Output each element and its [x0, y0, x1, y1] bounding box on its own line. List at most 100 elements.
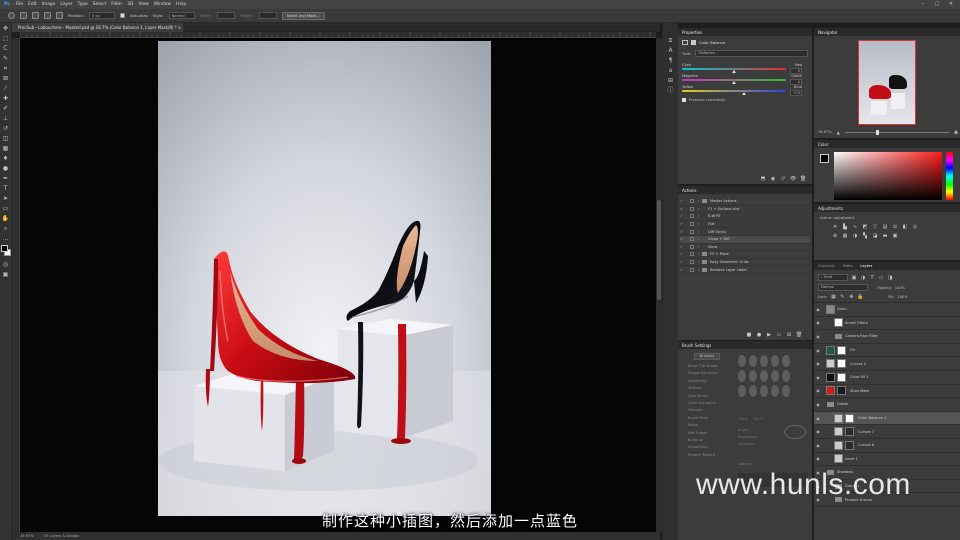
preserve-luminosity-checkbox[interactable] — [682, 98, 686, 102]
brush-option[interactable]: Wet Edges — [688, 430, 734, 437]
fill-value[interactable]: 100% — [897, 295, 907, 299]
color-balance-adj-icon[interactable]: ⚖ — [892, 224, 898, 230]
frame-tool-icon[interactable]: ⊠ — [2, 75, 10, 83]
brush-angle-preview[interactable] — [784, 425, 806, 439]
brush-option[interactable]: Transfer — [688, 407, 734, 414]
posterize-icon[interactable]: ▚ — [862, 233, 868, 239]
visibility-eye-icon[interactable]: ◉ — [814, 375, 822, 380]
color-lookup-icon[interactable]: ▦ — [842, 233, 848, 239]
brush-option[interactable]: Shape Dynamics — [688, 370, 734, 377]
layer-mask-thumbnail[interactable] — [837, 345, 846, 355]
black-white-icon[interactable]: ◧ — [902, 224, 908, 230]
maximize-window-button[interactable]: ▢ — [934, 1, 940, 7]
action-check-icon[interactable]: ✓ — [680, 260, 686, 264]
stop-recording-icon[interactable]: ■ — [746, 332, 752, 338]
slider-value-field[interactable]: 0 — [790, 67, 802, 74]
visibility-eye-icon[interactable]: ◉ — [814, 334, 822, 339]
new-selection-button[interactable] — [20, 12, 27, 19]
close-tab-icon[interactable]: ✕ — [178, 25, 181, 30]
action-item[interactable]: ✓ › B-W RT — [680, 213, 810, 221]
adjustments-title[interactable]: Adjustments — [818, 206, 843, 211]
hue-saturation-icon[interactable]: ▤ — [882, 224, 888, 230]
brush-option[interactable]: Texture — [688, 385, 734, 392]
layer-row[interactable]: ◉ Color Balance 1 — [814, 411, 960, 426]
expand-arrow-icon[interactable]: › — [698, 245, 708, 249]
dialog-toggle-icon[interactable] — [690, 199, 694, 204]
expand-arrow-icon[interactable]: › — [698, 230, 708, 234]
menu-filter[interactable]: Filter — [111, 2, 122, 7]
gradient-map-icon[interactable]: ▬ — [882, 233, 888, 239]
slider-value-field[interactable]: +23 — [790, 89, 802, 96]
zoom-readout[interactable]: 16.67% — [20, 534, 34, 538]
add-selection-button[interactable] — [32, 12, 39, 19]
expand-arrow-icon[interactable]: › — [698, 207, 708, 211]
canvas-scroll-thumb[interactable] — [657, 200, 661, 300]
curves-icon[interactable]: ∿ — [852, 224, 858, 230]
dialog-toggle-icon[interactable] — [690, 229, 694, 234]
quick-select-tool-icon[interactable]: ✎ — [2, 55, 10, 63]
slider-handle[interactable] — [742, 92, 747, 95]
filter-type-icon[interactable]: T — [869, 275, 875, 281]
brush-tip-grid[interactable] — [738, 355, 790, 397]
navigator-title[interactable]: Navigator — [818, 30, 838, 35]
visibility-eye-icon[interactable]: ◉ — [814, 320, 822, 325]
lasso-tool-icon[interactable]: ᑕ — [2, 45, 10, 53]
navigator-zoom[interactable]: 16.67% — [818, 130, 832, 134]
layer-mask-thumbnail[interactable] — [845, 440, 854, 450]
type-tool-icon[interactable]: T — [2, 185, 10, 193]
menu-edit[interactable]: Edit — [28, 2, 37, 7]
dialog-toggle-icon[interactable] — [690, 244, 694, 249]
slider-value-field[interactable]: 0 — [790, 78, 802, 85]
dodge-tool-icon[interactable]: ● — [2, 165, 10, 173]
intersect-selection-button[interactable] — [56, 12, 63, 19]
layer-mask-thumbnail[interactable] — [837, 386, 846, 396]
action-item[interactable]: ✓ › Remove Layer Label — [680, 266, 810, 274]
brush-option[interactable]: Smoothing — [688, 444, 734, 451]
dialog-toggle-icon[interactable] — [690, 222, 694, 227]
visibility-eye-icon[interactable]: ◉ — [814, 443, 822, 448]
action-item[interactable]: ✓ › Skew — [680, 244, 810, 252]
dialog-toggle-icon[interactable] — [690, 214, 694, 219]
color-swatches[interactable] — [1, 245, 11, 259]
action-item[interactable]: ✓ › Diff Strain — [680, 228, 810, 236]
layer-row[interactable]: ◉ Grain — [814, 303, 960, 317]
slider-magenta-green[interactable]: Magenta Green 0 — [682, 74, 802, 85]
visibility-icon[interactable]: 👁 — [790, 176, 796, 182]
slider-yellow-blue[interactable]: Yellow Blue +23 — [682, 85, 802, 96]
delete-action-icon[interactable]: 🗑 — [796, 332, 802, 338]
gradient-tool-icon[interactable]: ▦ — [2, 145, 10, 153]
eyedropper-tool-icon[interactable]: ⁄ — [2, 85, 10, 93]
visibility-eye-icon[interactable]: ◉ — [814, 361, 822, 366]
lock-all-icon[interactable]: 🔒 — [857, 294, 863, 300]
layer-row[interactable]: ◉ Grade — [814, 398, 960, 412]
healing-brush-tool-icon[interactable]: ✚ — [2, 95, 10, 103]
navigator-zoom-slider[interactable] — [844, 129, 950, 135]
opacity-value[interactable]: 100% — [895, 286, 905, 290]
action-check-icon[interactable]: ✓ — [680, 245, 686, 249]
slider-handle[interactable] — [732, 81, 736, 84]
color-picker-field[interactable] — [834, 152, 942, 200]
antialias-checkbox[interactable] — [120, 13, 126, 18]
menu-layer[interactable]: Layer — [60, 2, 72, 7]
style-select[interactable]: Normal — [168, 12, 195, 19]
foreground-color-swatch[interactable] — [1, 245, 8, 252]
height-field[interactable] — [258, 12, 277, 19]
selective-color-icon[interactable]: ▣ — [892, 233, 898, 239]
history-brush-tool-icon[interactable]: ↺ — [2, 125, 10, 133]
slider-track[interactable] — [682, 90, 786, 95]
position-field[interactable]: 0 px — [89, 12, 116, 19]
brush-option[interactable]: Color Dynamics — [688, 400, 734, 407]
layer-mask-thumbnail[interactable] — [845, 427, 854, 437]
tab-channels[interactable]: Channels — [818, 264, 835, 268]
photo-filter-icon[interactable]: ◎ — [912, 224, 918, 230]
actions-title[interactable]: Actions — [682, 188, 697, 193]
layer-row[interactable]: ◉ Curves 6 — [814, 439, 960, 453]
layer-row[interactable]: ◉ Shoe Mask — [814, 385, 960, 399]
visibility-eye-icon[interactable]: ◉ — [814, 429, 822, 434]
action-item[interactable]: ✓ › Easy Geometric Grids — [680, 259, 810, 267]
screen-mode-icon[interactable]: ▣ — [2, 271, 10, 279]
marquee-preset-button[interactable] — [8, 12, 15, 19]
pen-tool-icon[interactable]: ✒ — [2, 175, 10, 183]
close-window-button[interactable]: ✕ — [948, 1, 954, 7]
select-and-mask-button[interactable]: Select and Mask... — [281, 11, 325, 20]
